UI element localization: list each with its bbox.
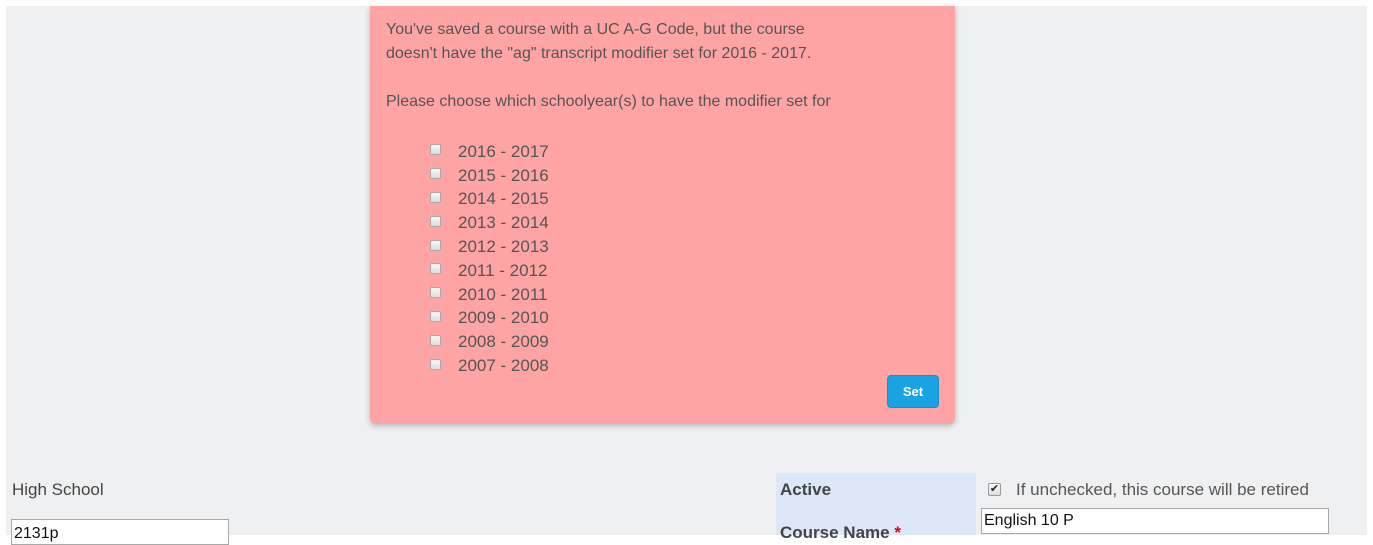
schoolyear-label: 2008 - 2009 — [458, 332, 549, 352]
dialog-message-line-2: doesn't have the "ag" transcript modifie… — [386, 45, 812, 62]
schoolyear-label: 2015 - 2016 — [458, 165, 549, 185]
schoolyear-option[interactable]: 2012 - 2013 — [430, 235, 549, 259]
schoolyear-label: 2013 - 2014 — [458, 213, 549, 233]
schoolyear-checkbox[interactable] — [430, 144, 441, 156]
course-name-input[interactable]: English 10 P — [981, 508, 1329, 534]
schoolyear-option[interactable]: 2010 - 2011 — [430, 283, 549, 307]
high-school-label: High School — [12, 480, 104, 499]
schoolyear-checkbox[interactable] — [430, 191, 441, 203]
schoolyear-option[interactable]: 2011 - 2012 — [430, 259, 549, 283]
schoolyear-option[interactable]: 2016 - 2017 — [430, 140, 549, 164]
schoolyear-option[interactable]: 2009 - 2010 — [430, 307, 549, 331]
schoolyear-label: 2007 - 2008 — [458, 356, 549, 376]
schoolyear-checkbox[interactable] — [430, 263, 441, 275]
schoolyear-label: 2009 - 2010 — [458, 308, 549, 328]
schoolyear-option[interactable]: 2014 - 2015 — [430, 188, 549, 212]
schoolyear-list: 2016 - 2017 2015 - 2016 2014 - 2015 2013… — [430, 140, 549, 378]
schoolyear-label: 2011 - 2012 — [458, 260, 548, 280]
schoolyear-checkbox[interactable] — [430, 287, 441, 299]
dialog-message-line-1: You've saved a course with a UC A-G Code… — [386, 21, 805, 38]
active-hint-text: If unchecked, this course will be retire… — [1016, 480, 1309, 499]
schoolyear-option[interactable]: 2007 - 2008 — [430, 354, 549, 378]
schoolyear-option[interactable]: 2013 - 2014 — [430, 211, 549, 235]
required-marker: * — [894, 523, 901, 542]
course-name-label: Course Name * — [780, 523, 901, 543]
schoolyear-checkbox[interactable] — [430, 334, 441, 346]
modifier-dialog: You've saved a course with a UC A-G Code… — [370, 6, 955, 424]
schoolyear-checkbox[interactable] — [430, 239, 441, 251]
schoolyear-label: 2010 - 2011 — [458, 284, 548, 304]
schoolyear-option[interactable]: 2015 - 2016 — [430, 164, 549, 188]
set-button[interactable]: Set — [887, 375, 939, 408]
schoolyear-label: 2016 - 2017 — [458, 141, 549, 161]
active-label: Active — [780, 480, 832, 499]
active-checkbox[interactable]: ✔ — [988, 483, 1001, 496]
schoolyear-option[interactable]: 2008 - 2009 — [430, 330, 549, 354]
form-label-column: Active Course Name * — [776, 473, 976, 542]
dialog-prompt: Please choose which schoolyear(s) to hav… — [386, 93, 831, 110]
schoolyear-checkbox[interactable] — [430, 215, 441, 227]
schoolyear-checkbox[interactable] — [430, 310, 441, 322]
course-name-label-text: Course Name — [780, 523, 890, 542]
schoolyear-checkbox[interactable] — [430, 358, 441, 370]
course-code-input[interactable]: 2131p — [11, 519, 229, 545]
schoolyear-checkbox[interactable] — [430, 168, 441, 180]
schoolyear-label: 2014 - 2015 — [458, 189, 549, 209]
schoolyear-label: 2012 - 2013 — [458, 237, 549, 257]
